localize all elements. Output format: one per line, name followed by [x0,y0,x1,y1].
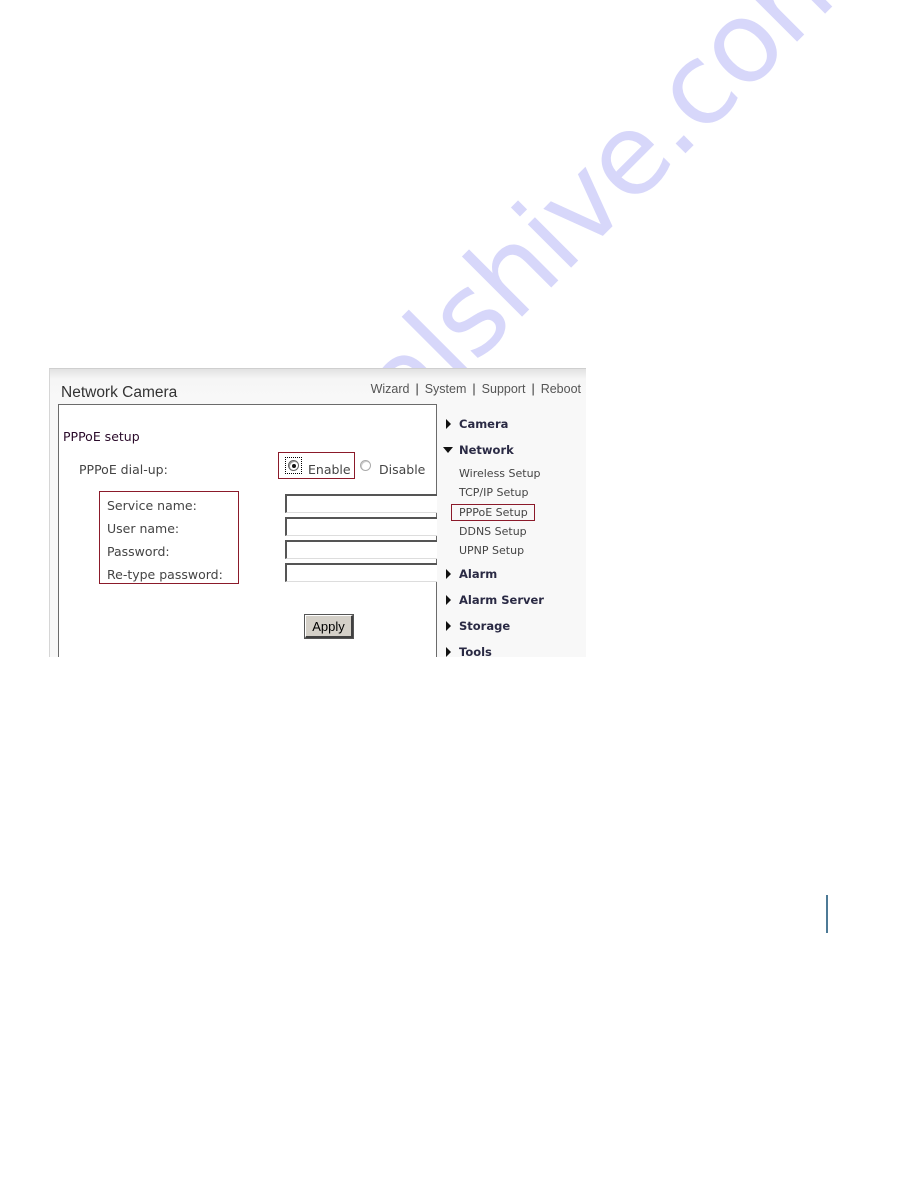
nav-reboot[interactable]: Reboot [541,382,581,396]
caret-right-icon [446,569,451,579]
caret-right-icon [446,595,451,605]
user-name-label: User name: [107,521,180,536]
submenu-ddns-setup[interactable]: DDNS Setup [459,525,527,538]
menu-alarm[interactable]: Alarm [443,567,497,581]
sidebar-menu: Camera Network Wireless Setup TCP/IP Set… [443,409,586,657]
app-title: Network Camera [61,384,178,401]
menu-storage[interactable]: Storage [443,619,510,633]
retype-password-label: Re-type password: [107,567,223,582]
menu-network[interactable]: Network [443,443,514,457]
pppoe-dialup-label: PPPoE dial-up: [79,462,168,477]
password-label: Password: [107,544,170,559]
submenu-tcpip-setup[interactable]: TCP/IP Setup [459,486,529,499]
caret-right-icon [446,419,451,429]
submenu-upnp-setup[interactable]: UPNP Setup [459,544,524,557]
nav-support[interactable]: Support [482,382,526,396]
enable-radio[interactable] [288,460,299,471]
nav-separator: | [531,382,535,396]
menu-storage-label: Storage [459,619,511,633]
content-panel: PPPoE setup PPPoE dial-up: Enable Disabl… [58,404,437,657]
page-margin-rule [826,895,828,933]
caret-right-icon [446,647,451,657]
submenu-pppoe-setup[interactable]: PPPoE Setup [451,504,535,521]
top-nav: Wizard | System | Support | Reboot [371,382,581,396]
nav-separator: | [472,382,476,396]
service-name-label: Service name: [107,498,197,513]
caret-right-icon [446,621,451,631]
caret-down-icon [443,447,453,453]
menu-network-label: Network [459,443,514,457]
nav-separator: | [415,382,419,396]
user-name-input[interactable] [285,517,437,536]
disable-radio[interactable] [360,460,371,471]
nav-wizard[interactable]: Wizard [371,382,410,396]
menu-tools-label: Tools [459,645,492,657]
menu-camera[interactable]: Camera [443,417,508,431]
nav-system[interactable]: System [425,382,467,396]
service-name-input[interactable] [285,494,437,513]
section-title: PPPoE setup [63,429,140,444]
menu-alarm-server[interactable]: Alarm Server [443,593,544,607]
menu-tools[interactable]: Tools [443,645,492,657]
retype-password-input[interactable] [285,563,437,582]
enable-label[interactable]: Enable [308,462,351,477]
disable-label[interactable]: Disable [379,462,425,477]
camera-web-ui: Network Camera Wizard | System | Support… [49,368,586,657]
menu-alarm-label: Alarm [459,567,498,581]
password-input[interactable] [285,540,437,559]
menu-alarm-server-label: Alarm Server [459,593,544,607]
apply-button[interactable]: Apply [305,615,353,638]
menu-camera-label: Camera [459,417,509,431]
submenu-wireless-setup[interactable]: Wireless Setup [459,467,541,480]
